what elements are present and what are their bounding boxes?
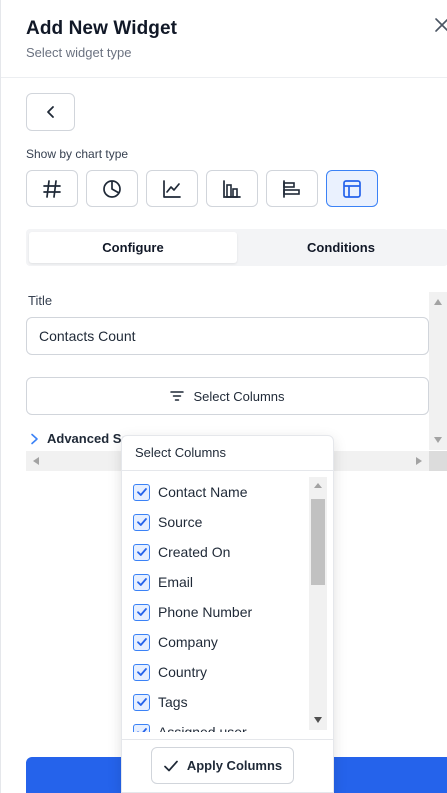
chevron-left-icon <box>46 106 54 118</box>
tab-configure[interactable]: Configure <box>29 232 237 263</box>
column-list-scrollbar[interactable] <box>309 477 327 730</box>
column-option[interactable]: Phone Number <box>133 602 252 622</box>
panel-subtitle: Select widget type <box>26 45 132 60</box>
chart-type-pie-button[interactable] <box>86 170 138 207</box>
column-picker-dropdown: Select Columns Contact Name Source Creat… <box>121 435 334 793</box>
column-option[interactable]: Source <box>133 512 202 532</box>
chart-type-label: Show by chart type <box>26 147 129 161</box>
scroll-down-arrow-icon[interactable] <box>314 717 322 723</box>
column-option-label: Source <box>158 514 203 530</box>
scroll-left-arrow-icon[interactable] <box>33 457 39 465</box>
column-option-label: Tags <box>158 694 188 710</box>
checkbox-checked-icon[interactable] <box>133 693 150 711</box>
chart-type-number-button[interactable] <box>26 170 78 207</box>
title-input[interactable]: Contacts Count <box>26 317 429 355</box>
column-option-label: Email <box>158 574 194 590</box>
pie-chart-icon <box>103 179 121 198</box>
horizontal-bar-chart-icon <box>283 179 300 198</box>
hash-icon <box>43 179 61 198</box>
column-option[interactable]: Assigned user <box>133 722 247 732</box>
header-divider <box>1 77 447 78</box>
column-option-label: Created On <box>158 544 231 560</box>
checkbox-checked-icon[interactable] <box>133 573 150 591</box>
panel-header: Add New Widget Select widget type <box>26 18 177 60</box>
close-icon <box>435 18 447 32</box>
add-widget-panel: Add New Widget Select widget type Show b… <box>0 0 447 793</box>
column-option-label: Country <box>158 664 208 680</box>
checkbox-checked-icon[interactable] <box>133 543 150 561</box>
table-icon <box>343 179 361 198</box>
checkbox-checked-icon[interactable] <box>133 513 150 531</box>
checkbox-checked-icon[interactable] <box>133 603 150 621</box>
filter-icon <box>170 391 185 401</box>
title-field-label: Title <box>28 293 53 308</box>
close-button[interactable] <box>430 14 447 36</box>
column-option[interactable]: Email <box>133 572 193 592</box>
chevron-right-icon <box>31 433 38 444</box>
column-option[interactable]: Tags <box>133 692 188 712</box>
checkbox-checked-icon[interactable] <box>133 723 150 732</box>
select-columns-button[interactable]: Select Columns <box>26 377 429 415</box>
advanced-settings-toggle[interactable]: Advanced Se <box>30 431 129 446</box>
column-option-label: Assigned user <box>158 724 247 732</box>
scrollbar-corner <box>429 451 447 471</box>
column-picker-footer-divider <box>122 739 333 740</box>
column-option-label: Contact Name <box>158 484 248 500</box>
chart-type-horizontal-bar-button[interactable] <box>266 170 318 207</box>
scroll-up-arrow-icon[interactable] <box>434 299 442 305</box>
tab-conditions[interactable]: Conditions <box>237 232 445 263</box>
checkbox-checked-icon[interactable] <box>133 663 150 681</box>
column-list: Contact Name Source Created On Email Pho… <box>122 477 307 732</box>
scroll-right-arrow-icon[interactable] <box>416 457 422 465</box>
chart-type-table-button[interactable] <box>326 170 378 207</box>
chart-type-line-button[interactable] <box>146 170 198 207</box>
column-option[interactable]: Contact Name <box>133 482 247 502</box>
column-option[interactable]: Company <box>133 632 218 652</box>
apply-columns-button[interactable]: Apply Columns <box>151 747 294 784</box>
check-icon <box>163 760 178 771</box>
config-tabs: Configure Conditions <box>26 229 447 266</box>
apply-columns-label: Apply Columns <box>186 758 283 773</box>
scroll-up-arrow-icon[interactable] <box>314 483 322 488</box>
column-option[interactable]: Country <box>133 662 207 682</box>
panel-title: Add New Widget <box>26 18 178 39</box>
scrollbar-thumb[interactable] <box>311 499 325 585</box>
column-picker-title: Select Columns <box>135 445 227 460</box>
column-option-label: Company <box>158 634 218 650</box>
checkbox-checked-icon[interactable] <box>133 633 150 651</box>
advanced-settings-label: Advanced Se <box>47 431 129 446</box>
back-button[interactable] <box>26 93 75 131</box>
column-option-label: Phone Number <box>158 604 253 620</box>
form-vertical-scrollbar[interactable] <box>429 292 447 450</box>
chart-type-bar-button[interactable] <box>206 170 258 207</box>
column-option[interactable]: Created On <box>133 542 230 562</box>
chart-type-selector <box>26 170 378 207</box>
scroll-down-arrow-icon[interactable] <box>434 437 442 443</box>
bar-chart-icon <box>223 179 241 198</box>
column-picker-divider <box>122 470 333 471</box>
select-columns-label: Select Columns <box>193 388 285 404</box>
line-chart-icon <box>163 179 181 198</box>
checkbox-checked-icon[interactable] <box>133 483 150 501</box>
